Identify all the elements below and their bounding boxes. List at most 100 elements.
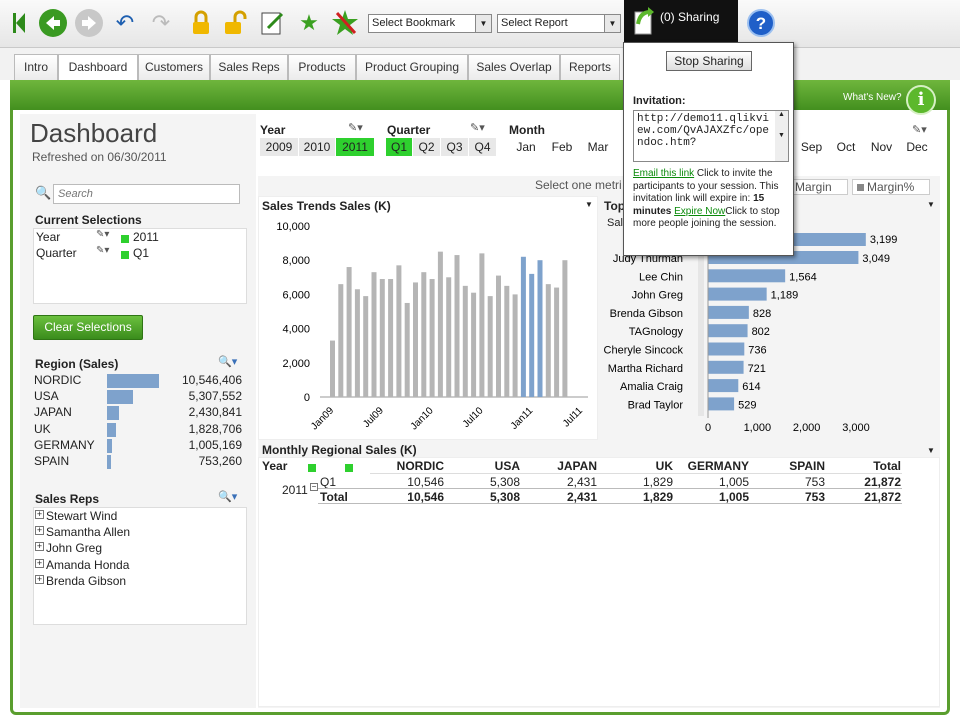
- region-name[interactable]: SPAIN: [34, 454, 69, 468]
- trend-bar[interactable]: [379, 279, 385, 397]
- star-icon[interactable]: ★: [294, 8, 324, 38]
- rep-bar[interactable]: [708, 269, 786, 283]
- collapse-icon[interactable]: −: [310, 483, 318, 491]
- metric-margin-pct[interactable]: Margin%: [852, 179, 930, 195]
- sharing-tab[interactable]: (0) Sharing: [624, 0, 738, 42]
- trend-bar[interactable]: [346, 267, 352, 397]
- sales-rep-item[interactable]: Stewart Wind: [46, 509, 117, 523]
- region-name[interactable]: NORDIC: [34, 373, 81, 387]
- unlock-icon[interactable]: [220, 8, 250, 38]
- chevron-down-icon[interactable]: ▼: [585, 200, 593, 209]
- back-icon[interactable]: [38, 8, 68, 38]
- column-header[interactable]: UK: [597, 459, 673, 473]
- rep-bar[interactable]: [708, 287, 767, 301]
- column-header[interactable]: NORDIC: [368, 459, 444, 473]
- trend-bar[interactable]: [479, 253, 485, 397]
- trend-bar[interactable]: [462, 285, 468, 397]
- month-sep[interactable]: Sep: [795, 138, 828, 156]
- tab-product-grouping[interactable]: Product Grouping: [356, 54, 468, 80]
- redo-icon[interactable]: ↷: [146, 8, 176, 38]
- trend-bar[interactable]: [454, 255, 460, 397]
- rep-bar[interactable]: [708, 360, 744, 374]
- region-name[interactable]: JAPAN: [34, 405, 72, 419]
- sales-rep-item[interactable]: Brenda Gibson: [46, 574, 126, 588]
- trend-bar[interactable]: [554, 287, 560, 397]
- chevron-down-icon[interactable]: ▼: [927, 446, 935, 455]
- tab-reports[interactable]: Reports: [560, 54, 620, 80]
- sales-rep-item[interactable]: John Greg: [46, 541, 102, 555]
- trend-bar[interactable]: [421, 272, 427, 397]
- month-nov[interactable]: Nov: [864, 138, 899, 156]
- tab-intro[interactable]: Intro: [14, 54, 58, 80]
- column-header[interactable]: SPAIN: [749, 459, 825, 473]
- column-header[interactable]: USA: [444, 459, 520, 473]
- trend-bar[interactable]: [371, 272, 377, 397]
- expand-icon[interactable]: +: [35, 542, 44, 552]
- trend-bar[interactable]: [330, 340, 335, 397]
- stop-sharing-button[interactable]: Stop Sharing: [666, 51, 752, 71]
- trend-bar[interactable]: [437, 251, 443, 397]
- expand-icon[interactable]: +: [35, 558, 44, 568]
- rep-bar[interactable]: [708, 342, 745, 356]
- report-select[interactable]: Select Report ▼: [497, 14, 621, 33]
- trend-bar[interactable]: [504, 285, 510, 397]
- rep-bar[interactable]: [708, 324, 748, 338]
- tab-sales-reps[interactable]: Sales Reps: [210, 54, 288, 80]
- trend-bar[interactable]: [545, 284, 551, 397]
- region-search-icon[interactable]: 🔍▾: [218, 355, 237, 368]
- quarter-q3[interactable]: Q3: [441, 138, 468, 156]
- year-2009[interactable]: 2009: [260, 138, 298, 156]
- region-name[interactable]: USA: [34, 389, 59, 403]
- info-icon[interactable]: i: [906, 85, 936, 115]
- quarter-q1[interactable]: Q1: [386, 138, 412, 156]
- url-scrollbar[interactable]: ▲ ▼: [775, 111, 788, 161]
- remove-star-icon[interactable]: [330, 8, 360, 38]
- month-jan[interactable]: Jan: [509, 138, 543, 156]
- expand-icon[interactable]: +: [35, 510, 44, 519]
- tab-products[interactable]: Products: [288, 54, 356, 80]
- clear-quarter-icon[interactable]: ✎▾: [470, 121, 485, 134]
- selection-tool-icon[interactable]: ✎▾: [96, 229, 109, 240]
- month-feb[interactable]: Feb: [544, 138, 580, 156]
- trend-bar[interactable]: [537, 260, 543, 397]
- chevron-down-icon[interactable]: ▼: [927, 200, 935, 209]
- region-name[interactable]: UK: [34, 422, 51, 436]
- month-mar[interactable]: Mar: [581, 138, 615, 156]
- trend-bar[interactable]: [446, 277, 452, 397]
- bookmark-select[interactable]: Select Bookmark ▼: [368, 14, 492, 33]
- trend-bar[interactable]: [413, 282, 418, 397]
- tab-customers[interactable]: Customers: [138, 54, 210, 80]
- trend-bar[interactable]: [338, 284, 344, 397]
- clear-year-icon[interactable]: ✎▾: [348, 121, 363, 134]
- column-header[interactable]: JAPAN: [521, 459, 597, 473]
- region-name[interactable]: GERMANY: [34, 438, 95, 452]
- quarter-q2[interactable]: Q2: [413, 138, 440, 156]
- trend-bar[interactable]: [520, 256, 526, 397]
- search-input[interactable]: [53, 184, 240, 204]
- forward-icon[interactable]: [74, 8, 104, 38]
- tab-dashboard[interactable]: Dashboard: [58, 54, 138, 81]
- lock-icon[interactable]: [186, 8, 216, 38]
- trend-bar[interactable]: [562, 260, 568, 397]
- year-2010[interactable]: 2010: [299, 138, 335, 156]
- trend-bar[interactable]: [396, 265, 402, 397]
- whats-new-link[interactable]: What's New?: [843, 92, 902, 103]
- sales-reps-search-icon[interactable]: 🔍▾: [218, 490, 237, 503]
- year-2011[interactable]: 2011: [336, 138, 374, 156]
- metric-margin[interactable]: Margin: [788, 179, 848, 195]
- rep-bar[interactable]: [708, 397, 735, 411]
- trend-bar[interactable]: [388, 279, 394, 397]
- month-dec[interactable]: Dec: [900, 138, 934, 156]
- trend-bar[interactable]: [471, 292, 477, 397]
- sales-rep-item[interactable]: Amanda Honda: [46, 558, 129, 572]
- trend-bar[interactable]: [496, 275, 501, 397]
- clear-month-icon[interactable]: ✎▾: [912, 123, 927, 136]
- expand-icon[interactable]: +: [35, 574, 44, 584]
- selection-tool-icon[interactable]: ✎▾: [96, 245, 109, 256]
- expand-icon[interactable]: +: [35, 526, 44, 536]
- column-header[interactable]: Year: [262, 459, 287, 473]
- month-oct[interactable]: Oct: [829, 138, 863, 156]
- rep-bar[interactable]: [708, 305, 749, 319]
- trend-bar[interactable]: [363, 296, 369, 397]
- rep-bar[interactable]: [708, 379, 739, 393]
